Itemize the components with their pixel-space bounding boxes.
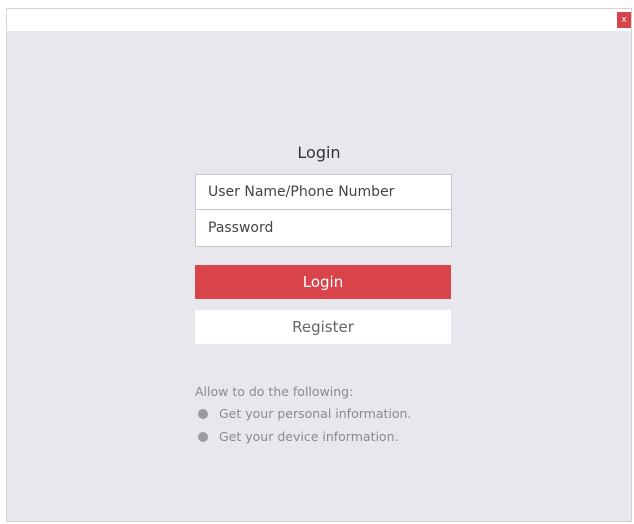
permission-item: Get your device information. <box>195 425 411 448</box>
login-title: Login <box>297 143 341 162</box>
password-input[interactable] <box>195 210 452 247</box>
permission-item-label: Get your device information. <box>219 429 399 444</box>
register-button[interactable]: Register <box>195 310 451 344</box>
login-button[interactable]: Login <box>195 265 451 299</box>
login-window: x Login Login Register Allow to do the f… <box>6 8 632 522</box>
bullet-icon <box>198 408 208 419</box>
permission-item: Get your personal information. <box>195 402 411 425</box>
username-input[interactable] <box>195 174 452 210</box>
bullet-icon <box>198 431 208 442</box>
close-icon: x <box>621 15 627 25</box>
permissions-section: Allow to do the following: Get your pers… <box>195 382 411 448</box>
permission-item-label: Get your personal information. <box>219 406 412 421</box>
title-bar: x <box>7 9 631 31</box>
permissions-heading: Allow to do the following: <box>195 384 354 399</box>
close-button[interactable]: x <box>617 12 631 28</box>
